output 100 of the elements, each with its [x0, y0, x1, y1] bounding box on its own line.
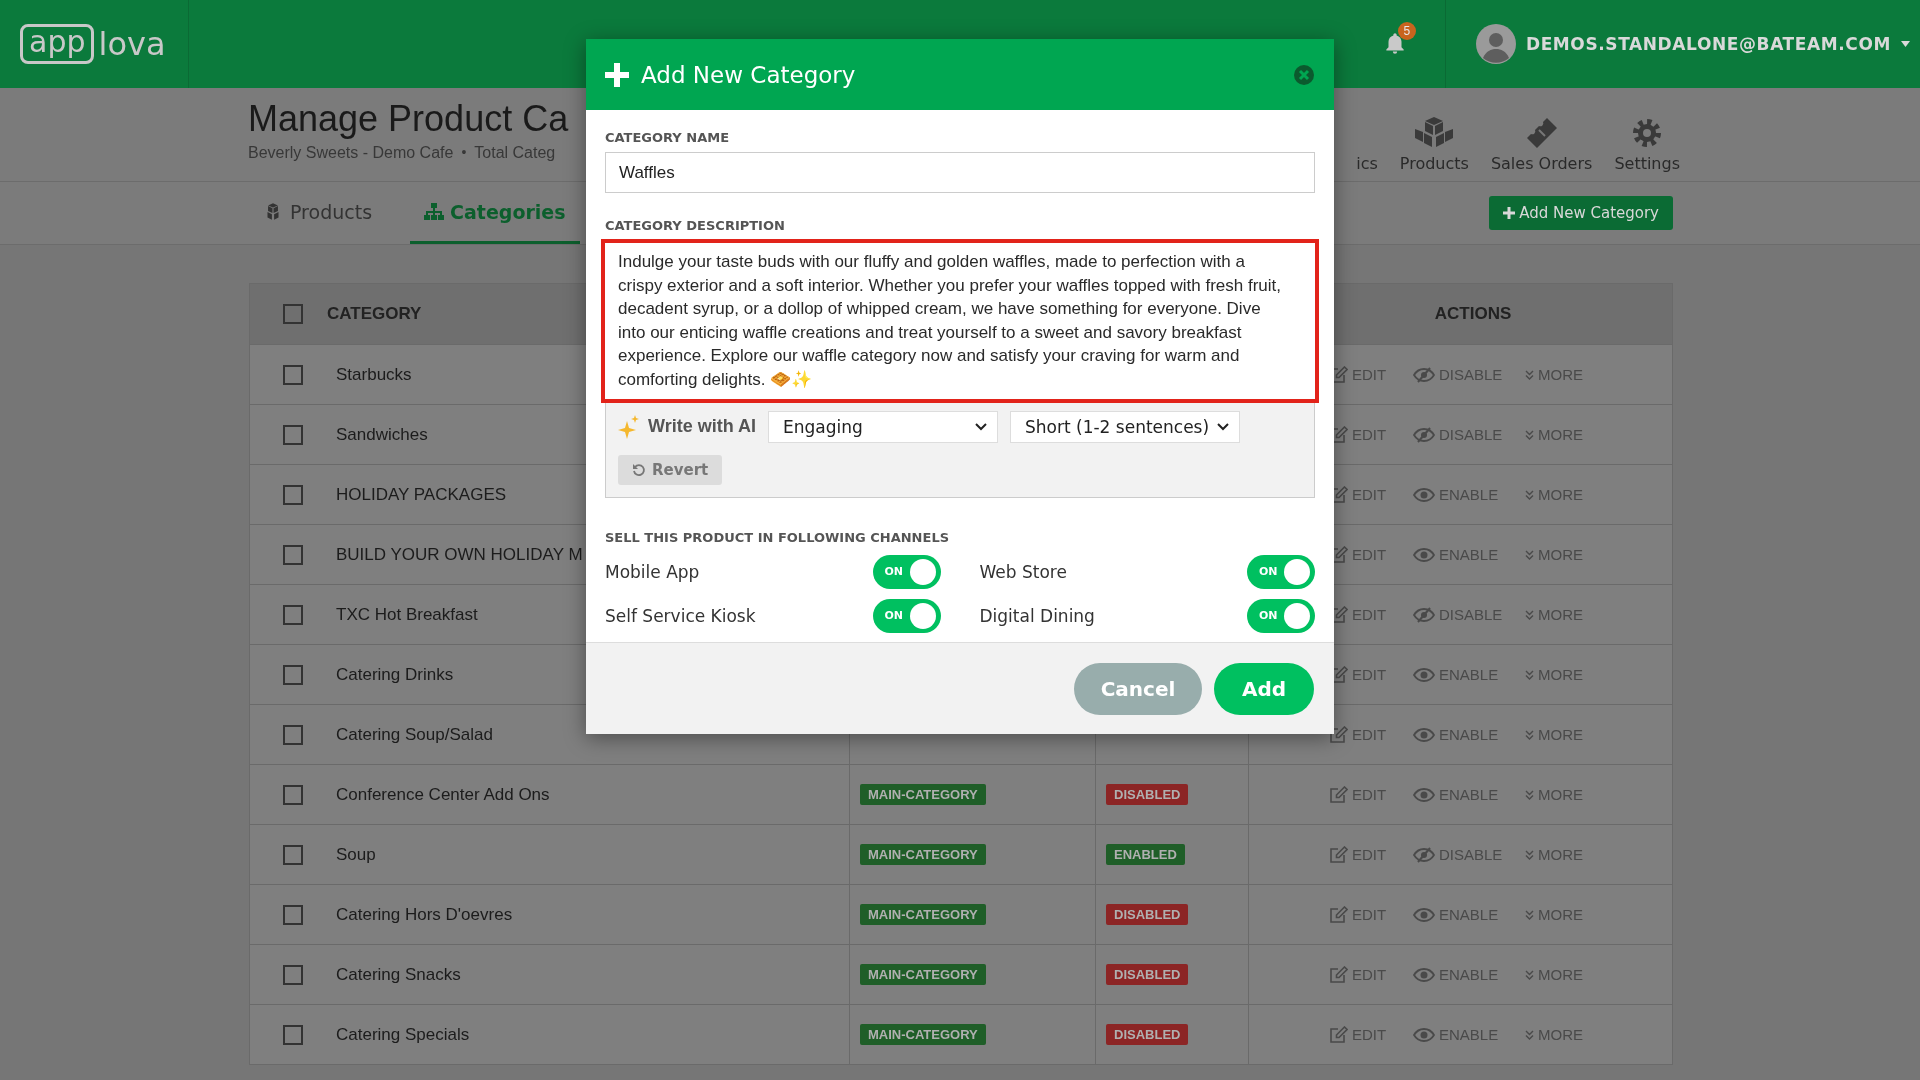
double-chevron-icon [1525, 669, 1534, 680]
checkbox[interactable] [283, 904, 303, 925]
category-name: Starbucks [336, 364, 412, 385]
cancel-button[interactable]: Cancel [1074, 662, 1202, 715]
caret-icon [1901, 41, 1910, 47]
store-name: Beverly Sweets - Demo Cafe [248, 144, 454, 162]
edit-icon [1329, 965, 1348, 984]
category-name: HOLIDAY PACKAGES [336, 484, 507, 505]
tab[interactable]: Categories [410, 182, 580, 244]
logo-mark: app [20, 24, 95, 64]
checkbox[interactable] [283, 484, 303, 505]
channel-name: Mobile App [605, 561, 700, 582]
channel-name: Digital Dining [979, 605, 1095, 626]
nav-item[interactable]: Sales Orders [1490, 116, 1593, 173]
eye-icon [1413, 546, 1435, 563]
category-name: Catering Hors D'oevres [336, 904, 513, 925]
checkbox[interactable] [283, 724, 303, 745]
sitemap-icon [424, 202, 445, 221]
nav-item[interactable]: ics [1356, 154, 1378, 173]
close-icon[interactable] [1293, 63, 1315, 86]
double-chevron-icon [1525, 549, 1534, 560]
eye-icon [1413, 966, 1435, 983]
checkbox[interactable] [283, 604, 303, 625]
column-header: CATEGORY [327, 304, 422, 324]
revert-button[interactable]: Revert [618, 454, 723, 485]
status-badge: DISABLED [1106, 904, 1189, 925]
category-name: TXC Hot Breakfast [336, 604, 478, 625]
double-chevron-icon [1525, 1029, 1534, 1040]
tab[interactable]: Products [248, 182, 387, 244]
user-menu[interactable]: DEMOS.STANDALONE@BATEAM.COM [1475, 24, 1920, 64]
avatar-icon [1475, 24, 1516, 64]
plus-icon [1503, 207, 1516, 219]
length-select[interactable]: Short (1-2 sentences) [1010, 410, 1240, 443]
checkbox[interactable] [283, 664, 303, 685]
field-label: CATEGORY NAME [605, 130, 731, 146]
type-badge: MAIN-CATEGORY [860, 964, 986, 985]
logo-text: lova [98, 25, 166, 63]
page-title: Manage Product Ca [248, 98, 569, 140]
toggle-switch[interactable]: ON [1247, 598, 1315, 633]
eye-icon [1413, 486, 1435, 503]
checkbox[interactable] [283, 364, 303, 385]
eye-slash-icon [1413, 846, 1435, 863]
double-chevron-icon [1525, 849, 1534, 860]
status-badge: DISABLED [1106, 784, 1189, 805]
eye-slash-icon [1413, 426, 1435, 443]
sparkle-icon [618, 414, 640, 439]
field-label: CATEGORY DESCRIPTION [605, 218, 786, 234]
double-chevron-icon [1525, 369, 1534, 380]
channel-name: Self Service Kiosk [605, 605, 756, 626]
status-badge: ENABLED [1106, 844, 1185, 865]
double-chevron-icon [1525, 609, 1534, 620]
edit-icon [1329, 785, 1348, 804]
checkbox[interactable] [283, 424, 303, 445]
double-chevron-icon [1525, 789, 1534, 800]
checkbox[interactable] [283, 304, 303, 324]
double-chevron-icon [1525, 729, 1534, 740]
checkbox[interactable] [283, 844, 303, 865]
checkbox[interactable] [283, 544, 303, 565]
column-header: ACTIONS [1434, 304, 1512, 324]
add-button[interactable]: Add [1214, 662, 1314, 715]
eye-slash-icon [1413, 366, 1435, 383]
type-badge: MAIN-CATEGORY [860, 844, 986, 865]
tone-select[interactable]: Engaging [768, 410, 998, 443]
plus-icon [605, 62, 629, 87]
category-name: Catering Specials [336, 1024, 470, 1045]
nav-item[interactable]: Products [1399, 116, 1469, 173]
category-name: Conference Center Add Ons [336, 784, 550, 805]
checkbox[interactable] [283, 1024, 303, 1045]
eye-slash-icon [1413, 606, 1435, 623]
category-name: Catering Drinks [336, 664, 454, 685]
category-name-field[interactable]: Waffles [605, 152, 1315, 193]
toggle-switch[interactable]: ON [1247, 554, 1315, 589]
double-chevron-icon [1525, 969, 1534, 980]
category-name: Catering Snacks [336, 964, 461, 985]
description-field[interactable]: Indulge your taste buds with our fluffy and golden waffles, made to perfection with a crispy exterior and a soft interior. Whether you prefer your waffles topped with fresh fruit, decadent syrup, or a dollop of whipped cream, we have something for everyone. Dive into our enticing waffle creations and treat yourself to a sweet and savory breakfast experience. Explore our waffle category now and satisfy your craving for warm and comforting delights. 🧇✨ [601, 239, 1319, 403]
category-name: Soup [336, 844, 376, 865]
channel-name: Web Store [979, 561, 1067, 582]
type-badge: MAIN-CATEGORY [860, 1024, 986, 1045]
toggle-switch[interactable]: ON [872, 598, 941, 633]
toggle-switch[interactable]: ON [872, 554, 941, 589]
type-badge: MAIN-CATEGORY [860, 784, 986, 805]
eye-icon [1413, 906, 1435, 923]
ai-label: Write with AI [648, 416, 756, 438]
cubes-icon [1414, 116, 1455, 150]
edit-icon [1329, 1025, 1348, 1044]
chevron-down-icon [975, 422, 987, 431]
eye-icon [1413, 666, 1435, 683]
edit-icon [1329, 725, 1348, 744]
edit-icon [1329, 845, 1348, 864]
nav-item[interactable]: Settings [1614, 116, 1680, 173]
eye-icon [1413, 786, 1435, 803]
section-label: SELL THIS PRODUCT IN FOLLOWING CHANNELS [605, 529, 951, 546]
chevron-down-icon [1217, 422, 1229, 431]
category-name: Sandwiches [336, 424, 428, 445]
checkbox[interactable] [283, 784, 303, 805]
category-count: Total Categ [474, 144, 556, 162]
double-chevron-icon [1525, 429, 1534, 440]
eye-icon [1413, 1026, 1435, 1043]
add-category-button[interactable]: Add New Category [1489, 196, 1673, 230]
checkbox[interactable] [283, 964, 303, 985]
